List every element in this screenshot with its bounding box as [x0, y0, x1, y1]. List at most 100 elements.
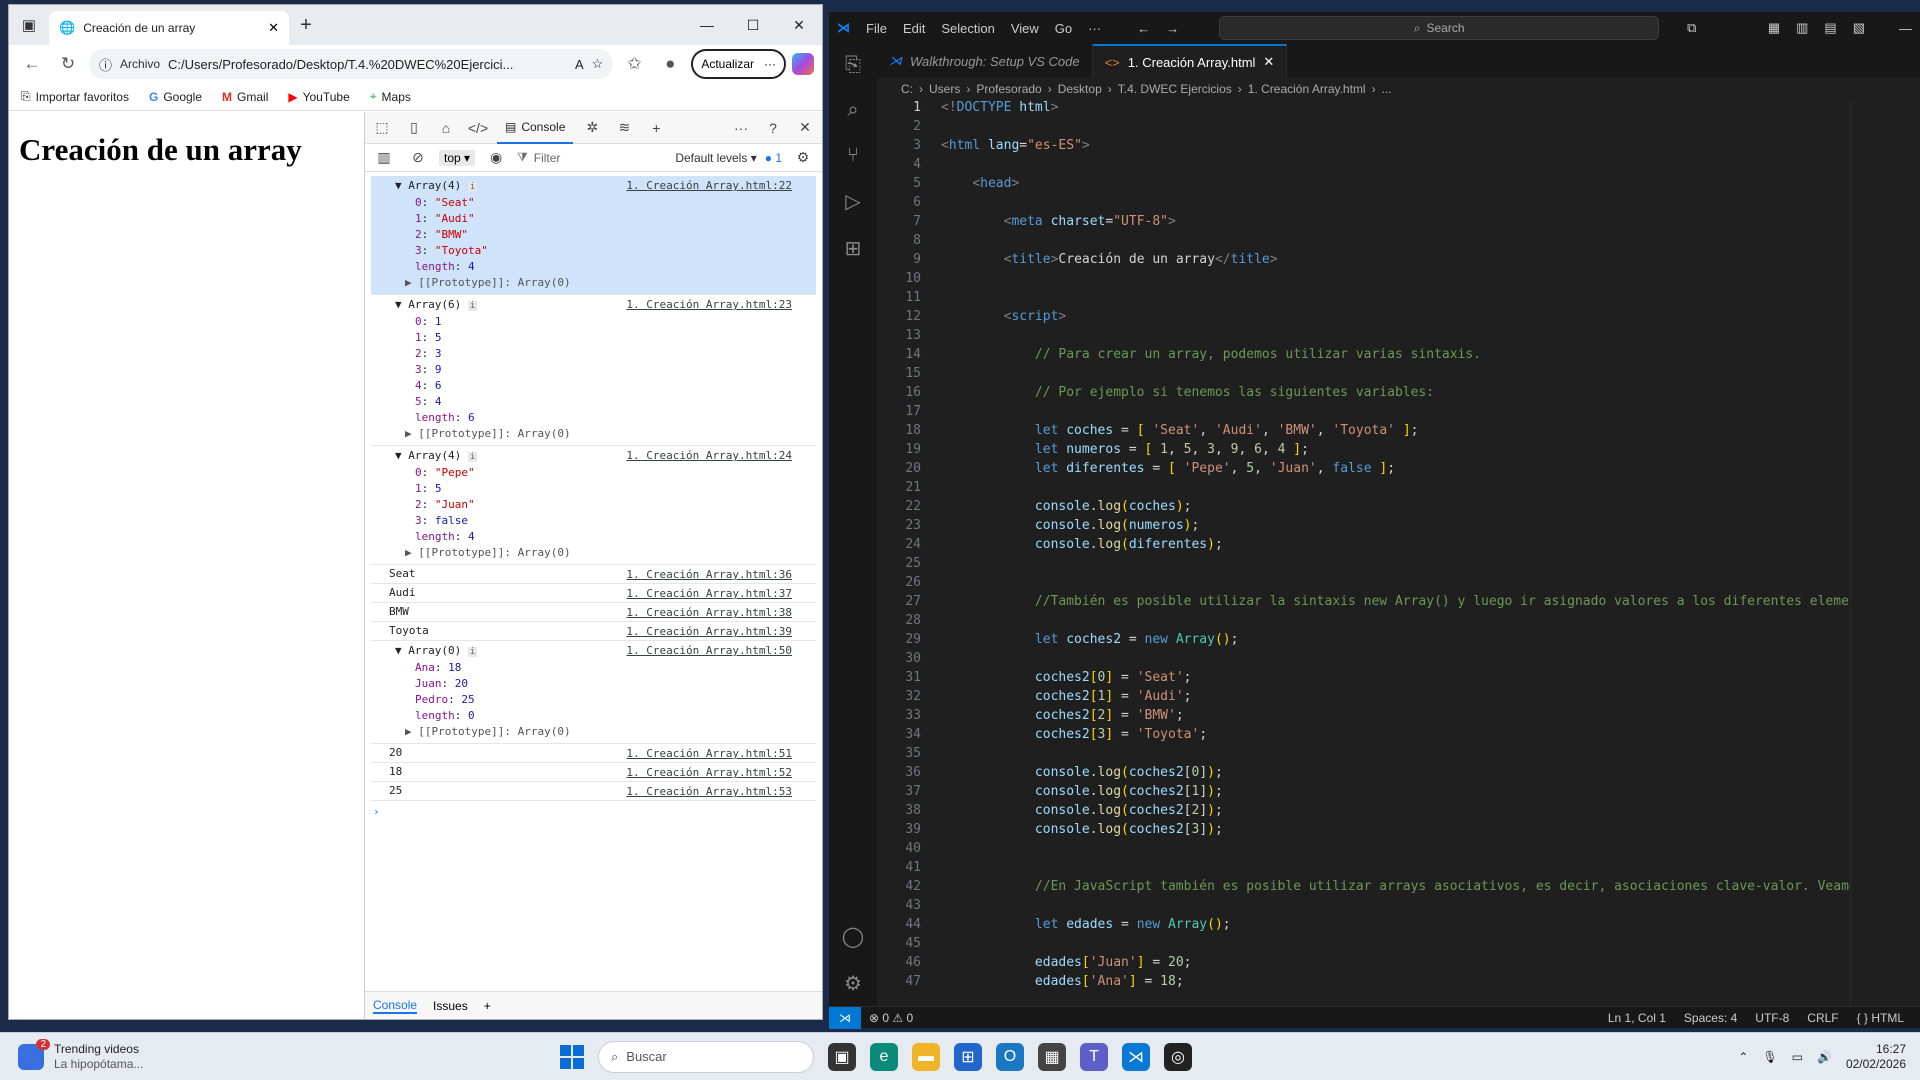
- breadcrumb-item[interactable]: ...: [1382, 82, 1392, 96]
- elements-icon[interactable]: </>: [465, 120, 491, 136]
- source-link[interactable]: 1. Creación Array.html:23: [626, 298, 792, 311]
- task-view-icon[interactable]: ▣: [828, 1042, 856, 1071]
- info-icon[interactable]: i: [467, 301, 478, 311]
- source-link[interactable]: 1. Creación Array.html:38: [626, 606, 792, 619]
- command-search[interactable]: ⌕ Search: [1219, 16, 1660, 40]
- drawer-tab-console[interactable]: Console: [373, 998, 418, 1014]
- code-line[interactable]: 15: [877, 366, 1850, 385]
- code-line[interactable]: 8: [877, 233, 1850, 252]
- code-line[interactable]: 45: [877, 936, 1850, 955]
- source-link[interactable]: 1. Creación Array.html:50: [626, 644, 792, 657]
- code-line[interactable]: 32 coches2[1] = 'Audi';: [877, 689, 1850, 708]
- code-line[interactable]: 2: [877, 119, 1850, 138]
- store-icon[interactable]: ⊞: [954, 1042, 982, 1071]
- expand-triangle-icon[interactable]: ▶: [405, 427, 412, 440]
- tab-creacion-array[interactable]: <> 1. Creación Array.html ✕: [1092, 44, 1288, 78]
- console-log-array[interactable]: 1. Creación Array.html:24 ▼ Array(4) i 0: …: [371, 446, 816, 565]
- drawer-add-icon[interactable]: +: [484, 999, 491, 1013]
- code-line[interactable]: 14 // Para crear un array, podemos utili…: [877, 347, 1850, 366]
- problems-indicator[interactable]: ⊗ 0 ⚠ 0: [861, 1011, 913, 1025]
- expand-triangle-icon[interactable]: ▶: [405, 546, 412, 559]
- code-line[interactable]: 16 // Por ejemplo si tenemos las siguien…: [877, 385, 1850, 404]
- settings-gear-icon[interactable]: ⚙: [790, 149, 816, 166]
- breadcrumb-item[interactable]: C:: [901, 82, 913, 96]
- language-mode[interactable]: { } HTML: [1857, 1011, 1904, 1025]
- new-tab-button[interactable]: +: [289, 14, 323, 37]
- toggle-sidebar-icon[interactable]: ▥: [1796, 20, 1808, 36]
- indentation[interactable]: Spaces: 4: [1684, 1011, 1737, 1025]
- code-line[interactable]: 35: [877, 746, 1850, 765]
- welcome-icon[interactable]: ⌂: [433, 120, 459, 136]
- code-line[interactable]: 17: [877, 404, 1850, 423]
- fav-import[interactable]: ⎘ Importar favoritos: [21, 89, 129, 104]
- source-control-icon[interactable]: ⑂: [847, 144, 859, 167]
- code-line[interactable]: 46 edades['Juan'] = 20;: [877, 955, 1850, 974]
- add-tool-icon[interactable]: +: [643, 120, 669, 136]
- source-link[interactable]: 1. Creación Array.html:37: [626, 587, 792, 600]
- microphone-icon[interactable]: 🎙: [1762, 1050, 1777, 1064]
- fav-gmail[interactable]: M Gmail: [222, 90, 268, 104]
- favorite-star-icon[interactable]: ☆: [592, 56, 604, 72]
- network-icon[interactable]: ▭: [1792, 1050, 1803, 1064]
- update-button[interactable]: Actualizar ···: [691, 49, 786, 79]
- code-line[interactable]: 25: [877, 556, 1850, 575]
- code-line[interactable]: 43: [877, 898, 1850, 917]
- code-line[interactable]: 27 //También es posible utilizar la sint…: [877, 594, 1850, 613]
- vs-minimize-icon[interactable]: —: [1899, 21, 1912, 36]
- fav-maps[interactable]: ⌖ Maps: [370, 89, 411, 104]
- edge-icon[interactable]: e: [870, 1042, 898, 1071]
- read-aloud-icon[interactable]: A: [575, 57, 584, 72]
- console-log-text[interactable]: 1. Creación Array.html:37 Audi: [371, 584, 816, 603]
- console-log-text[interactable]: 1. Creación Array.html:36 Seat: [371, 565, 816, 584]
- code-line[interactable]: 29 let coches2 = new Array();: [877, 632, 1850, 651]
- code-line[interactable]: 36 console. log(coches2[0]);: [877, 765, 1850, 784]
- source-link[interactable]: 1. Creación Array.html:52: [626, 766, 792, 779]
- menu-edit[interactable]: Edit: [903, 21, 925, 36]
- info-icon[interactable]: i: [467, 182, 478, 192]
- menu-selection[interactable]: Selection: [941, 21, 994, 36]
- console-log-array[interactable]: 1. Creación Array.html:23 ▼ Array(6) i 0: …: [371, 295, 816, 446]
- minimap[interactable]: [1850, 100, 1920, 1006]
- toggle-secondary-icon[interactable]: ▧: [1853, 20, 1865, 36]
- nav-back-icon[interactable]: ←: [1137, 21, 1150, 36]
- code-line[interactable]: 5 < head >: [877, 176, 1850, 195]
- close-editor-icon[interactable]: ✕: [1263, 54, 1274, 70]
- more-tools-icon[interactable]: ···: [728, 120, 754, 136]
- code-line[interactable]: 7 < meta charset = "UTF-8" >: [877, 214, 1850, 233]
- cursor-position[interactable]: Ln 1, Col 1: [1608, 1011, 1666, 1025]
- inspect-icon[interactable]: ⬚: [369, 119, 395, 136]
- code-line[interactable]: 19 let numeros = [ 1, 5, 3, 9, 6, 4 ];: [877, 442, 1850, 461]
- code-line[interactable]: 12 < script >: [877, 309, 1850, 328]
- vscode-taskbar-icon[interactable]: ⋊: [1122, 1042, 1150, 1071]
- code-line[interactable]: 1 <! DOCTYPE html >: [877, 100, 1850, 119]
- breadcrumb-item[interactable]: T.4. DWEC Ejercicios: [1118, 82, 1232, 96]
- prototype-row[interactable]: ▶ [[Prototype]]: Array(0): [395, 275, 816, 291]
- url-field[interactable]: ⓘ Archivo C:/Users/Profesorado/Desktop/T…: [89, 49, 614, 79]
- breadcrumb-item[interactable]: Profesorado: [976, 82, 1041, 96]
- chrome-icon[interactable]: ◎: [1164, 1042, 1192, 1071]
- expand-triangle-icon[interactable]: ▶: [405, 276, 412, 289]
- sources-icon[interactable]: ✲: [579, 119, 605, 136]
- url-text[interactable]: C:/Users/Profesorado/Desktop/T.4.%20DWEC…: [168, 57, 567, 72]
- code-editor[interactable]: 1 <! DOCTYPE html >2 3 < html lang = "es-ES" >4 5 …: [877, 100, 1850, 1006]
- code-line[interactable]: 23 console. log(numeros);: [877, 518, 1850, 537]
- source-link[interactable]: 1. Creación Array.html:36: [626, 568, 792, 581]
- code-line[interactable]: 4: [877, 157, 1850, 176]
- code-line[interactable]: 41: [877, 860, 1850, 879]
- code-line[interactable]: 31 coches2[0] = 'Seat';: [877, 670, 1850, 689]
- copilot-chat-icon[interactable]: ⧉: [1687, 20, 1696, 36]
- code-line[interactable]: 20 let diferentes = [ 'Pepe', 5, 'Juan',…: [877, 461, 1850, 480]
- expand-triangle-icon[interactable]: ▶: [405, 725, 412, 738]
- eol[interactable]: CRLF: [1807, 1011, 1838, 1025]
- copilot-icon[interactable]: [792, 53, 814, 75]
- console-log-text[interactable]: 1. Creación Array.html:39 Toyota: [371, 622, 816, 641]
- code-line[interactable]: 28: [877, 613, 1850, 632]
- code-line[interactable]: 37 console. log(coches2[1]);: [877, 784, 1850, 803]
- close-devtools-icon[interactable]: ✕: [792, 119, 818, 136]
- console-log-text[interactable]: 1. Creación Array.html:52 18: [371, 763, 816, 782]
- code-line[interactable]: 39 console. log(coches2[3]);: [877, 822, 1850, 841]
- code-line[interactable]: 40: [877, 841, 1850, 860]
- expand-triangle-icon[interactable]: ▼: [395, 179, 402, 192]
- console-log-text[interactable]: 1. Creación Array.html:38 BMW: [371, 603, 816, 622]
- reload-icon[interactable]: ↻: [53, 54, 83, 74]
